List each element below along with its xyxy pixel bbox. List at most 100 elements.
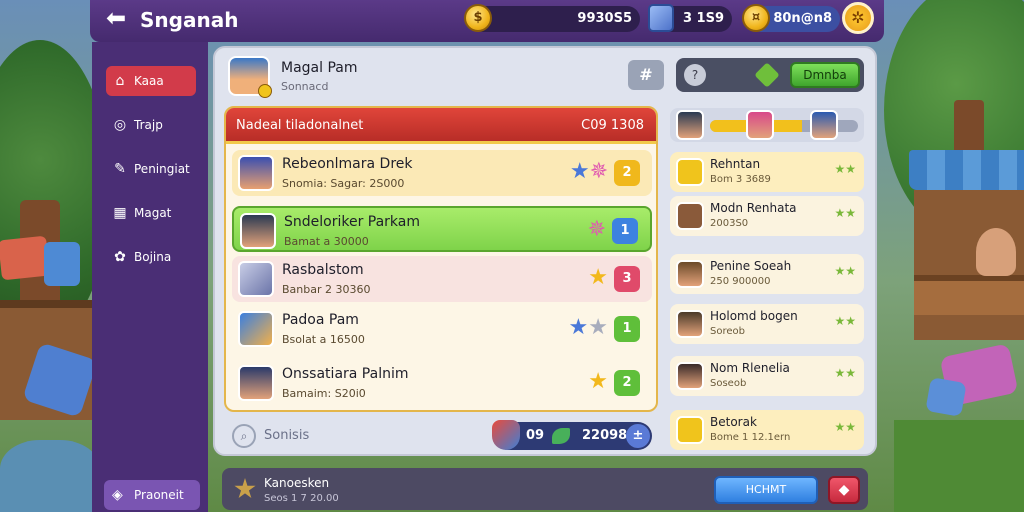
level-badge-icon <box>258 84 272 98</box>
list-item[interactable]: Rehntan Bom 3 3689 ★★ <box>670 152 864 192</box>
player-name: Holomd bogen <box>710 309 798 323</box>
star-icon: ★✵ <box>569 159 608 184</box>
player-name: Sndeloriker Parkam <box>284 214 421 230</box>
avatar <box>810 110 838 140</box>
footer-bar: Kanoesken Seos 1 7 20.00 HCHMT ◆ <box>222 468 868 510</box>
avatar <box>238 311 274 347</box>
player-name: Rehntan <box>710 157 761 171</box>
avatar <box>676 260 704 288</box>
ranking-header-value: C09 1308 <box>581 118 644 133</box>
plus-icon[interactable]: ± <box>626 424 650 448</box>
ranking-title: Nadeal tiladonalnet <box>236 118 364 133</box>
avatar[interactable] <box>228 56 272 98</box>
avatar <box>238 365 274 401</box>
sidebar-item-tags[interactable]: ✎ Peningiat <box>106 154 196 184</box>
star-badge-icon <box>234 478 256 499</box>
gold-coin-icon: ¤ <box>742 4 770 32</box>
back-arrow-icon[interactable]: ⬅ <box>106 6 134 30</box>
ranking-list: Nadeal tiladonalnet C09 1308 Rebeonlmara… <box>224 106 658 412</box>
avatar <box>676 362 704 390</box>
footer-action-button[interactable]: HCHMT <box>714 476 818 504</box>
rank-badge: 1 <box>614 316 640 342</box>
star-icon: ★★ <box>834 206 856 220</box>
stats-pill: 09 22098 ± <box>492 420 652 450</box>
sidebar-item-grid[interactable]: ▦ Magat <box>106 198 196 228</box>
star-icon: ★★ <box>834 420 856 434</box>
pond <box>0 440 100 512</box>
list-item[interactable]: Padoa Pam Bsolat a 16500 ★★ 1 <box>232 306 652 352</box>
gem-decoration <box>925 377 967 417</box>
share-icon: ✿ <box>114 249 126 265</box>
hash-button[interactable]: # <box>628 60 664 90</box>
list-item[interactable]: Sndeloriker Parkam Bamat a 30000 ✵ 1 <box>232 206 652 252</box>
list-item[interactable]: Onssatiara Palnim Bamaim: S20i0 ★ 2 <box>232 360 652 406</box>
sidebar-item-label: Trajp <box>134 118 163 132</box>
player-score: Bamaim: S20i0 <box>282 387 366 400</box>
player-score: Bom 3 3689 <box>710 174 771 185</box>
stat-value: 22098 <box>582 428 628 443</box>
search-icon: ⌕ <box>232 424 256 448</box>
sidebar-footer-button[interactable]: ◈ Praoneit <box>104 480 200 510</box>
list-item[interactable]: Holomd bogen Soreob ★★ <box>670 304 864 344</box>
rank-badge: 2 <box>614 160 640 186</box>
leaf-icon <box>552 428 570 444</box>
rank-badge: 2 <box>614 370 640 396</box>
profile-subtitle: Sonnacd <box>281 80 329 93</box>
group-progress <box>670 108 864 142</box>
crate <box>44 242 80 286</box>
confirm-button[interactable]: Dmnba <box>790 62 860 88</box>
player-name: Rebeonlmara Drek <box>282 156 413 172</box>
gem-counter: 3 1S9 <box>648 4 732 32</box>
key-icon[interactable]: ? <box>684 64 706 86</box>
badge-icon: ◈ <box>112 487 123 503</box>
grid-icon: ▦ <box>113 205 127 221</box>
list-item[interactable]: Rebeonlmara Drek Snomia: Sagar: 2S000 ★✵… <box>232 150 652 196</box>
rank-badge: 1 <box>612 218 638 244</box>
search-button[interactable]: ⌕ Sonisis <box>232 422 352 450</box>
avatar <box>238 261 274 297</box>
star-icon: ★★ <box>834 366 856 380</box>
list-item[interactable]: Modn Renhata 2003S0 ★★ <box>670 196 864 236</box>
sidebar-item-share[interactable]: ✿ Bojina <box>106 242 196 272</box>
stall-awning <box>909 150 1024 190</box>
player-score: Bsolat a 16500 <box>282 333 365 346</box>
sidebar-item-label: Bojina <box>134 250 172 264</box>
profile-name: Magal Pam <box>281 60 358 76</box>
player-score: Bamat a 30000 <box>284 235 369 248</box>
avatar <box>676 416 704 444</box>
player-name: Padoa Pam <box>282 312 359 328</box>
player-name: Onssatiara Palnim <box>282 366 409 382</box>
player-score: Banbar 2 30360 <box>282 283 371 296</box>
premium-counter[interactable]: ¤ 80n@n8 <box>742 4 840 32</box>
avatar <box>238 155 274 191</box>
list-item[interactable]: Betorak Bome 1 12.1ern ★★ <box>670 410 864 450</box>
avatar <box>676 202 704 230</box>
player-name: Rasbalstom <box>282 262 364 278</box>
avatar <box>746 110 774 140</box>
footer-subtitle: Seos 1 7 20.00 <box>264 493 339 504</box>
star-icon: ★★ <box>834 264 856 278</box>
star-icon: ✵ <box>587 217 606 242</box>
sidebar-item-label: Kaaa <box>134 74 164 88</box>
list-item[interactable]: Penine Soeah 250 900000 ★★ <box>670 254 864 294</box>
star-icon: ★★ <box>834 314 856 328</box>
list-item[interactable]: Nom Rlenelia Soseob ★★ <box>670 356 864 396</box>
star-icon: ★ <box>588 369 608 394</box>
list-item[interactable]: Rasbalstom Banbar 2 30360 ★ 3 <box>232 256 652 302</box>
rank-badge: 3 <box>614 266 640 292</box>
sidebar-item-home[interactable]: ⌂ Kaaa <box>106 66 196 96</box>
stat-value: 09 <box>526 428 545 443</box>
search-label: Sonisis <box>264 428 310 443</box>
star-icon: ★★ <box>834 162 856 176</box>
stall-counter <box>914 275 1024 315</box>
alert-button[interactable]: ◆ <box>828 476 860 504</box>
ranking-header: Nadeal tiladonalnet C09 1308 <box>226 108 656 144</box>
sidebar-item-chat[interactable]: ◎ Trajp <box>106 110 196 140</box>
home-icon: ⌂ <box>115 73 125 89</box>
player-score: 250 900000 <box>710 276 771 287</box>
star-icon: ★ <box>588 265 608 290</box>
sidebar: ⌂ Kaaa ◎ Trajp ✎ Peningiat ▦ Magat ✿ Boj… <box>92 42 208 512</box>
premium-value: 80n@n8 <box>773 11 832 26</box>
sidebar-footer-label: Praoneit <box>134 488 184 502</box>
settings-gear-icon[interactable]: ✲ <box>842 2 874 34</box>
